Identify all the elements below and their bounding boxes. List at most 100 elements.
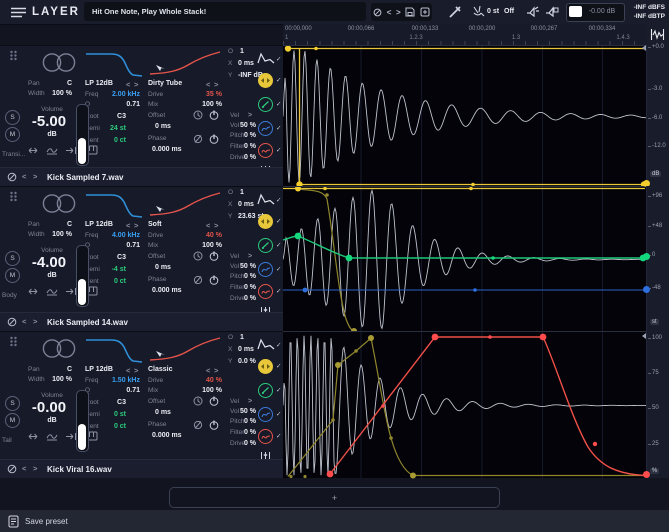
drive-envelope-icon[interactable] xyxy=(258,429,273,444)
check-icon[interactable]: ✓ xyxy=(276,196,281,204)
prev-sample-icon[interactable]: < xyxy=(22,173,26,180)
offset-sync-icon[interactable] xyxy=(193,251,203,261)
check-icon[interactable]: ✓ xyxy=(276,100,281,108)
filter-envelope-icon[interactable] xyxy=(258,407,273,422)
solo-button[interactable]: S xyxy=(5,110,20,125)
layer-name[interactable]: Transi... xyxy=(2,151,26,158)
wave-panel-1[interactable] xyxy=(283,45,646,186)
check-icon[interactable]: ✓ xyxy=(276,341,281,349)
filter-next-icon[interactable]: > xyxy=(134,81,138,88)
reverse-icon[interactable] xyxy=(27,287,39,296)
root-value[interactable]: C3 xyxy=(98,399,126,406)
semi-value[interactable]: 24 st xyxy=(98,125,126,132)
root-value[interactable]: C3 xyxy=(98,254,126,261)
aux-envelope-3[interactable] xyxy=(288,338,645,477)
vol-mod-value[interactable]: 50 % xyxy=(232,122,256,129)
check-icon[interactable]: ✓ xyxy=(276,386,281,394)
filter-type[interactable]: LP 12dB xyxy=(85,80,113,87)
envelope-points-1[interactable] xyxy=(285,46,646,187)
drive-type[interactable]: Dirty Tube xyxy=(148,80,182,87)
filter-envelope-icon[interactable] xyxy=(258,262,273,277)
save-preset-icon[interactable] xyxy=(8,515,19,528)
vol-mod-value[interactable]: 50 % xyxy=(232,408,256,415)
q-value[interactable]: 0.71 xyxy=(98,242,140,249)
wave-panel-3[interactable] xyxy=(283,331,646,478)
volume-fader[interactable] xyxy=(76,104,89,166)
pan-value[interactable]: C xyxy=(44,366,72,373)
offset-power-icon[interactable] xyxy=(209,110,219,120)
solo-button[interactable]: S xyxy=(5,251,20,266)
drive-mod-value[interactable]: 0 % xyxy=(232,154,256,161)
point-x-value[interactable]: 0 ms xyxy=(238,346,254,353)
stereo-width-icon[interactable] xyxy=(40,338,78,359)
mix-value[interactable]: 100 % xyxy=(170,101,222,108)
layer-drag-handle-icon[interactable] xyxy=(9,191,18,202)
reverse-icon[interactable] xyxy=(27,146,39,155)
fade-icon[interactable] xyxy=(46,287,58,296)
volume-envelope-icon[interactable] xyxy=(258,359,273,374)
drive-envelope-icon[interactable] xyxy=(258,143,273,158)
audition-midi-icon[interactable] xyxy=(545,5,559,18)
q-value[interactable]: 0.71 xyxy=(98,101,140,108)
next-sample-icon[interactable]: > xyxy=(33,173,37,180)
filter-scale-dot[interactable] xyxy=(643,286,650,293)
scale-db[interactable]: +0.0 -3.0 -6.0 -12.0 dB xyxy=(646,45,669,186)
vel-value[interactable]: > xyxy=(248,253,252,260)
width-value[interactable]: 100 % xyxy=(44,376,72,383)
check-icon[interactable]: ✓ xyxy=(276,432,281,440)
check-icon[interactable]: ✓ xyxy=(276,146,281,154)
phase-value[interactable]: 0.000 ms xyxy=(152,146,182,153)
phase-invert-icon[interactable] xyxy=(193,134,203,144)
filter-curve-graph[interactable] xyxy=(85,47,143,77)
sample-file-row[interactable]: < > Kick Sampled 14.wav xyxy=(0,312,283,331)
volume-value[interactable]: -4.00 xyxy=(20,254,78,271)
stereo-width-icon[interactable] xyxy=(40,193,78,214)
sample-file-name[interactable]: Kick Viral 16.wav xyxy=(47,465,112,474)
pan-value[interactable]: C xyxy=(44,80,72,87)
menu-icon[interactable] xyxy=(10,7,27,18)
drive-curve-graph[interactable] xyxy=(146,333,224,363)
mute-button[interactable]: M xyxy=(5,127,20,142)
layer-drag-handle-icon[interactable] xyxy=(9,336,18,347)
filter-next-icon[interactable]: > xyxy=(134,222,138,229)
sample-bypass-icon[interactable] xyxy=(7,464,17,474)
pitch-envelope-icon[interactable] xyxy=(258,97,273,112)
tune-mode[interactable]: Off xyxy=(504,8,514,15)
point-o-value[interactable]: 1 xyxy=(240,189,244,196)
timeline-ruler[interactable]: 00:00,000 00:00,066 00:00,133 00:00,200 … xyxy=(283,24,646,46)
adsr-envelope-icon[interactable] xyxy=(257,52,275,65)
volume-fader-handle[interactable] xyxy=(78,279,86,305)
sample-bypass-icon[interactable] xyxy=(7,317,17,327)
drive-curve-graph[interactable] xyxy=(146,47,224,77)
adsr-envelope-icon[interactable] xyxy=(257,193,275,206)
drive-value[interactable]: 40 % xyxy=(170,232,222,239)
check-icon[interactable]: ✓ xyxy=(276,410,281,418)
volume-fader-handle[interactable] xyxy=(78,138,86,164)
sample-file-row[interactable]: < > Kick Viral 16.wav xyxy=(0,459,283,478)
phase-value[interactable]: 0.000 ms xyxy=(152,432,182,439)
phase-power-icon[interactable] xyxy=(209,420,219,430)
filter-prev-icon[interactable]: < xyxy=(126,367,130,374)
reverse-icon[interactable] xyxy=(27,432,39,441)
check-icon[interactable]: ✓ xyxy=(276,362,281,370)
drive-scale-dot[interactable] xyxy=(643,471,650,478)
check-icon[interactable]: ✓ xyxy=(276,265,281,273)
tools-icon[interactable] xyxy=(448,5,462,19)
next-preset-icon[interactable]: > xyxy=(396,8,401,17)
offset-sync-icon[interactable] xyxy=(193,110,203,120)
q-value[interactable]: 0.71 xyxy=(98,387,140,394)
drive-curve-graph[interactable] xyxy=(146,188,224,218)
root-value[interactable]: C3 xyxy=(98,113,126,120)
volume-fader[interactable] xyxy=(76,390,89,452)
check-icon[interactable]: ✓ xyxy=(276,55,281,63)
point-y-value[interactable]: 0.0 % xyxy=(238,358,256,365)
snap-end-icon[interactable] xyxy=(65,432,77,441)
drive-next-icon[interactable]: > xyxy=(214,367,218,374)
pitch-envelope-icon[interactable] xyxy=(258,383,273,398)
volume-value[interactable]: -5.00 xyxy=(20,113,78,130)
pitch-envelope-2[interactable] xyxy=(283,236,645,258)
snap-end-icon[interactable] xyxy=(65,146,77,155)
point-o-value[interactable]: 1 xyxy=(240,334,244,341)
vel-value[interactable]: > xyxy=(248,398,252,405)
drive-next-icon[interactable]: > xyxy=(214,222,218,229)
